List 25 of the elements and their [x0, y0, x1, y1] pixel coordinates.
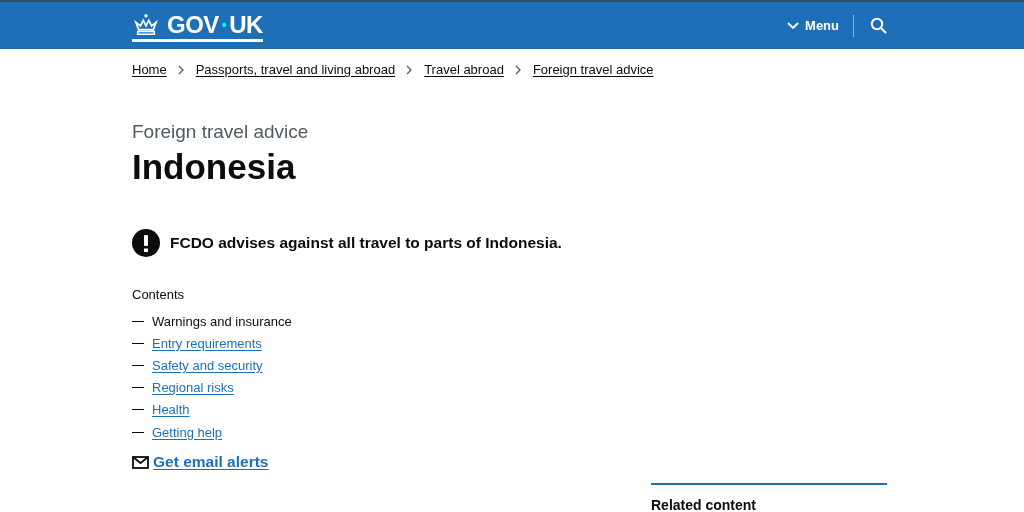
chevron-right-icon	[177, 64, 185, 75]
crown-icon	[132, 13, 160, 37]
breadcrumb-link[interactable]: Home	[132, 62, 167, 77]
warning-icon	[132, 229, 160, 257]
contents-link[interactable]: Entry requirements	[152, 335, 262, 351]
warning-text: FCDO advises against all travel to parts of Indonesia.	[170, 234, 562, 252]
page-caption: Foreign travel advice	[132, 121, 310, 143]
breadcrumb-link[interactable]: Travel abroad	[424, 62, 504, 77]
contents-link[interactable]: Safety and security	[152, 357, 263, 373]
breadcrumb-link[interactable]: Passports, travel and living abroad	[195, 62, 396, 77]
page-title: Indonesia	[132, 147, 297, 187]
chevron-down-icon	[787, 21, 800, 30]
contents-link[interactable]: Health	[152, 402, 190, 418]
contents-link[interactable]: Regional risks	[152, 380, 234, 396]
contents-link[interactable]: Getting help	[152, 424, 223, 440]
logo-link[interactable]: GOV•UK	[132, 13, 263, 42]
email-alerts-link[interactable]: Get email alerts	[153, 453, 269, 472]
envelope-icon	[132, 455, 149, 469]
contents-item: Warnings and insurance	[152, 313, 292, 329]
menu-button[interactable]: Menu	[787, 18, 853, 33]
chevron-right-icon	[406, 64, 414, 75]
related-content-heading: Related content	[651, 497, 757, 512]
chevron-right-icon	[514, 64, 522, 75]
contents-heading: Contents	[132, 287, 186, 302]
breadcrumb-link[interactable]: Foreign travel advice	[532, 62, 654, 77]
